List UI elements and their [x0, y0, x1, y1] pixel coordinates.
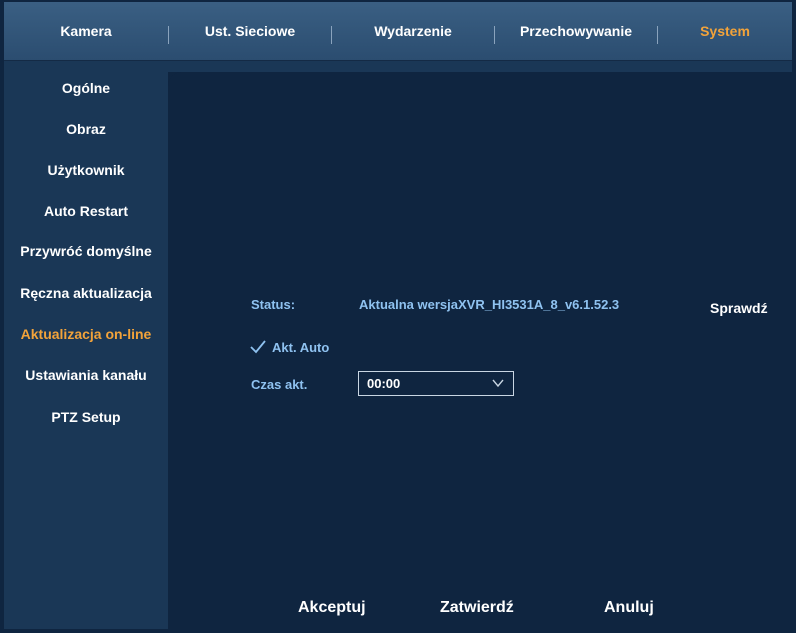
update-time-label: Czas akt.	[251, 377, 308, 392]
auto-update-label[interactable]: Akt. Auto	[272, 340, 329, 355]
check-button[interactable]: Sprawdź	[710, 300, 768, 316]
sidebar-item-manual-update[interactable]: Ręczna aktualizacja	[4, 281, 168, 305]
tab-system[interactable]: System	[658, 2, 792, 60]
sidebar-item-image[interactable]: Obraz	[4, 117, 168, 141]
settings-window: Kamera Ust. Sieciowe Wydarzenie Przechow…	[0, 0, 796, 633]
sidebar-item-auto-restart[interactable]: Auto Restart	[4, 199, 168, 223]
cancel-button[interactable]: Anuluj	[604, 599, 654, 617]
confirm-button[interactable]: Zatwierdź	[440, 599, 514, 617]
tab-events[interactable]: Wydarzenie	[332, 2, 494, 60]
chevron-down-icon	[492, 379, 504, 388]
panel-header-strip	[168, 61, 792, 72]
tab-kamera[interactable]: Kamera	[4, 2, 168, 60]
sidebar-menu: Ogólne Obraz Użytkownik Auto Restart Prz…	[4, 61, 168, 629]
accept-button[interactable]: Akceptuj	[298, 599, 366, 617]
sidebar-item-ptz-setup[interactable]: PTZ Setup	[4, 405, 168, 429]
sidebar-item-restore-defaults[interactable]: Przywróć domyślne	[4, 239, 168, 263]
sidebar-item-online-update[interactable]: Aktualizacja on-line	[4, 322, 168, 346]
sidebar-item-general[interactable]: Ogólne	[4, 76, 168, 100]
status-value: Aktualna wersjaXVR_HI3531A_8_v6.1.52.3	[359, 297, 620, 312]
status-label: Status:	[251, 297, 296, 312]
tab-storage[interactable]: Przechowywanie	[495, 2, 657, 60]
update-time-value: 00:00	[367, 376, 401, 391]
checkmark-icon[interactable]	[250, 340, 266, 354]
sidebar-item-channel-settings[interactable]: Ustawiania kanału	[4, 363, 168, 387]
sidebar-item-user[interactable]: Użytkownik	[4, 158, 168, 182]
update-time-select[interactable]: 00:00	[358, 371, 514, 396]
tab-network-settings[interactable]: Ust. Sieciowe	[169, 2, 331, 60]
top-tab-bar: Kamera Ust. Sieciowe Wydarzenie Przechow…	[4, 2, 792, 61]
